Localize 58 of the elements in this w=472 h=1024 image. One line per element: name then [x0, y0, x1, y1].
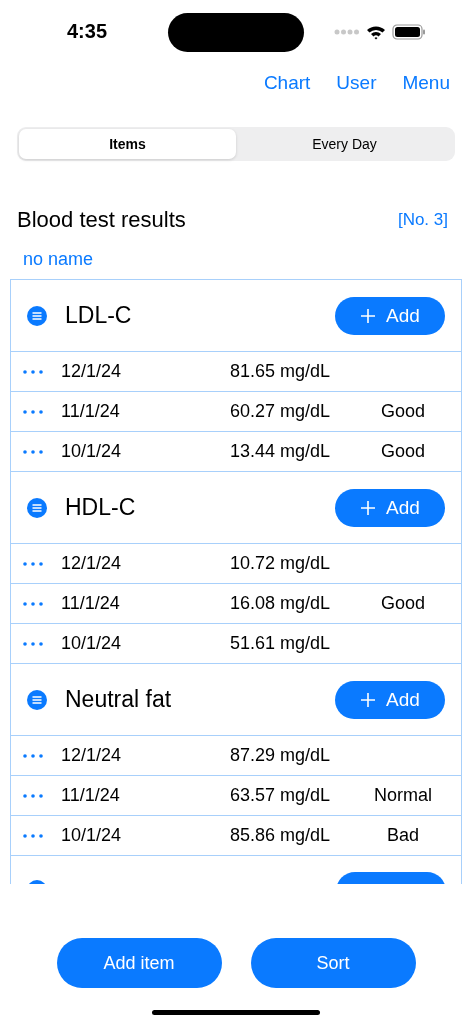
- result-value: 13.44 mg/dL: [228, 441, 332, 462]
- plus-icon: [360, 307, 377, 324]
- more-icon[interactable]: [23, 449, 43, 454]
- result-date: 11/1/24: [61, 593, 121, 614]
- nav-link[interactable]: Menu: [402, 72, 450, 104]
- nav-link[interactable]: User: [336, 72, 377, 104]
- more-icon[interactable]: [23, 793, 43, 798]
- result-value: 51.61 mg/dL: [228, 633, 332, 654]
- test-name: Neutral fat: [65, 686, 173, 713]
- result-date: 10/1/24: [61, 633, 123, 654]
- action-button[interactable]: Sort: [250, 938, 416, 988]
- more-icon[interactable]: [23, 369, 43, 374]
- wifi-icon: [366, 24, 386, 40]
- page-title: Blood test results: [17, 207, 186, 233]
- result-rating: Normal: [374, 785, 432, 805]
- result-value: 10.72 mg/dL: [228, 553, 332, 574]
- add-button[interactable]: Add: [335, 680, 445, 719]
- result-value: 87.29 mg/dL: [228, 745, 332, 766]
- result-date: 11/1/24: [61, 785, 121, 806]
- result-value: 63.57 mg/dL: [228, 785, 332, 806]
- segment-tab[interactable]: Every Day: [236, 129, 453, 159]
- result-value: 85.86 mg/dL: [228, 825, 332, 846]
- action-button[interactable]: Add item: [56, 938, 222, 988]
- result-rating: Good: [380, 401, 425, 421]
- list-icon[interactable]: [27, 497, 47, 518]
- signal-icon: [334, 29, 360, 35]
- plus-icon: [360, 691, 377, 708]
- list-icon[interactable]: [27, 305, 47, 326]
- more-icon[interactable]: [23, 561, 43, 566]
- result-value: 60.27 mg/dL: [228, 401, 332, 422]
- nav-link[interactable]: Chart: [263, 72, 311, 104]
- more-icon[interactable]: [23, 641, 43, 646]
- more-icon[interactable]: [23, 409, 43, 414]
- result-date: 11/1/24: [61, 401, 121, 422]
- result-date: 10/1/24: [61, 825, 123, 846]
- plus-icon: [360, 499, 377, 516]
- result-rating: Good: [380, 593, 425, 613]
- segment-tab[interactable]: Items: [19, 129, 236, 159]
- result-date: 10/1/24: [61, 441, 123, 462]
- result-date: 12/1/24: [61, 745, 123, 766]
- result-rating: Good: [380, 441, 425, 461]
- more-icon[interactable]: [23, 753, 43, 758]
- record-number: [No. 3]: [397, 210, 448, 230]
- list-icon[interactable]: [27, 689, 47, 710]
- user-name[interactable]: no name: [23, 249, 94, 270]
- result-value: 16.08 mg/dL: [228, 593, 332, 614]
- result-date: 12/1/24: [61, 553, 123, 574]
- add-button[interactable]: Add: [335, 488, 445, 527]
- battery-icon: [392, 24, 426, 40]
- add-button[interactable]: Add: [335, 296, 445, 335]
- result-value: 81.65 mg/dL: [228, 361, 332, 382]
- more-icon[interactable]: [23, 601, 43, 606]
- result-date: 12/1/24: [61, 361, 123, 382]
- result-rating: Bad: [387, 825, 419, 845]
- status-time: 4:35: [67, 20, 108, 43]
- more-icon[interactable]: [23, 833, 43, 838]
- test-name: LDL-C: [65, 302, 133, 329]
- test-name: HDL-C: [65, 494, 137, 521]
